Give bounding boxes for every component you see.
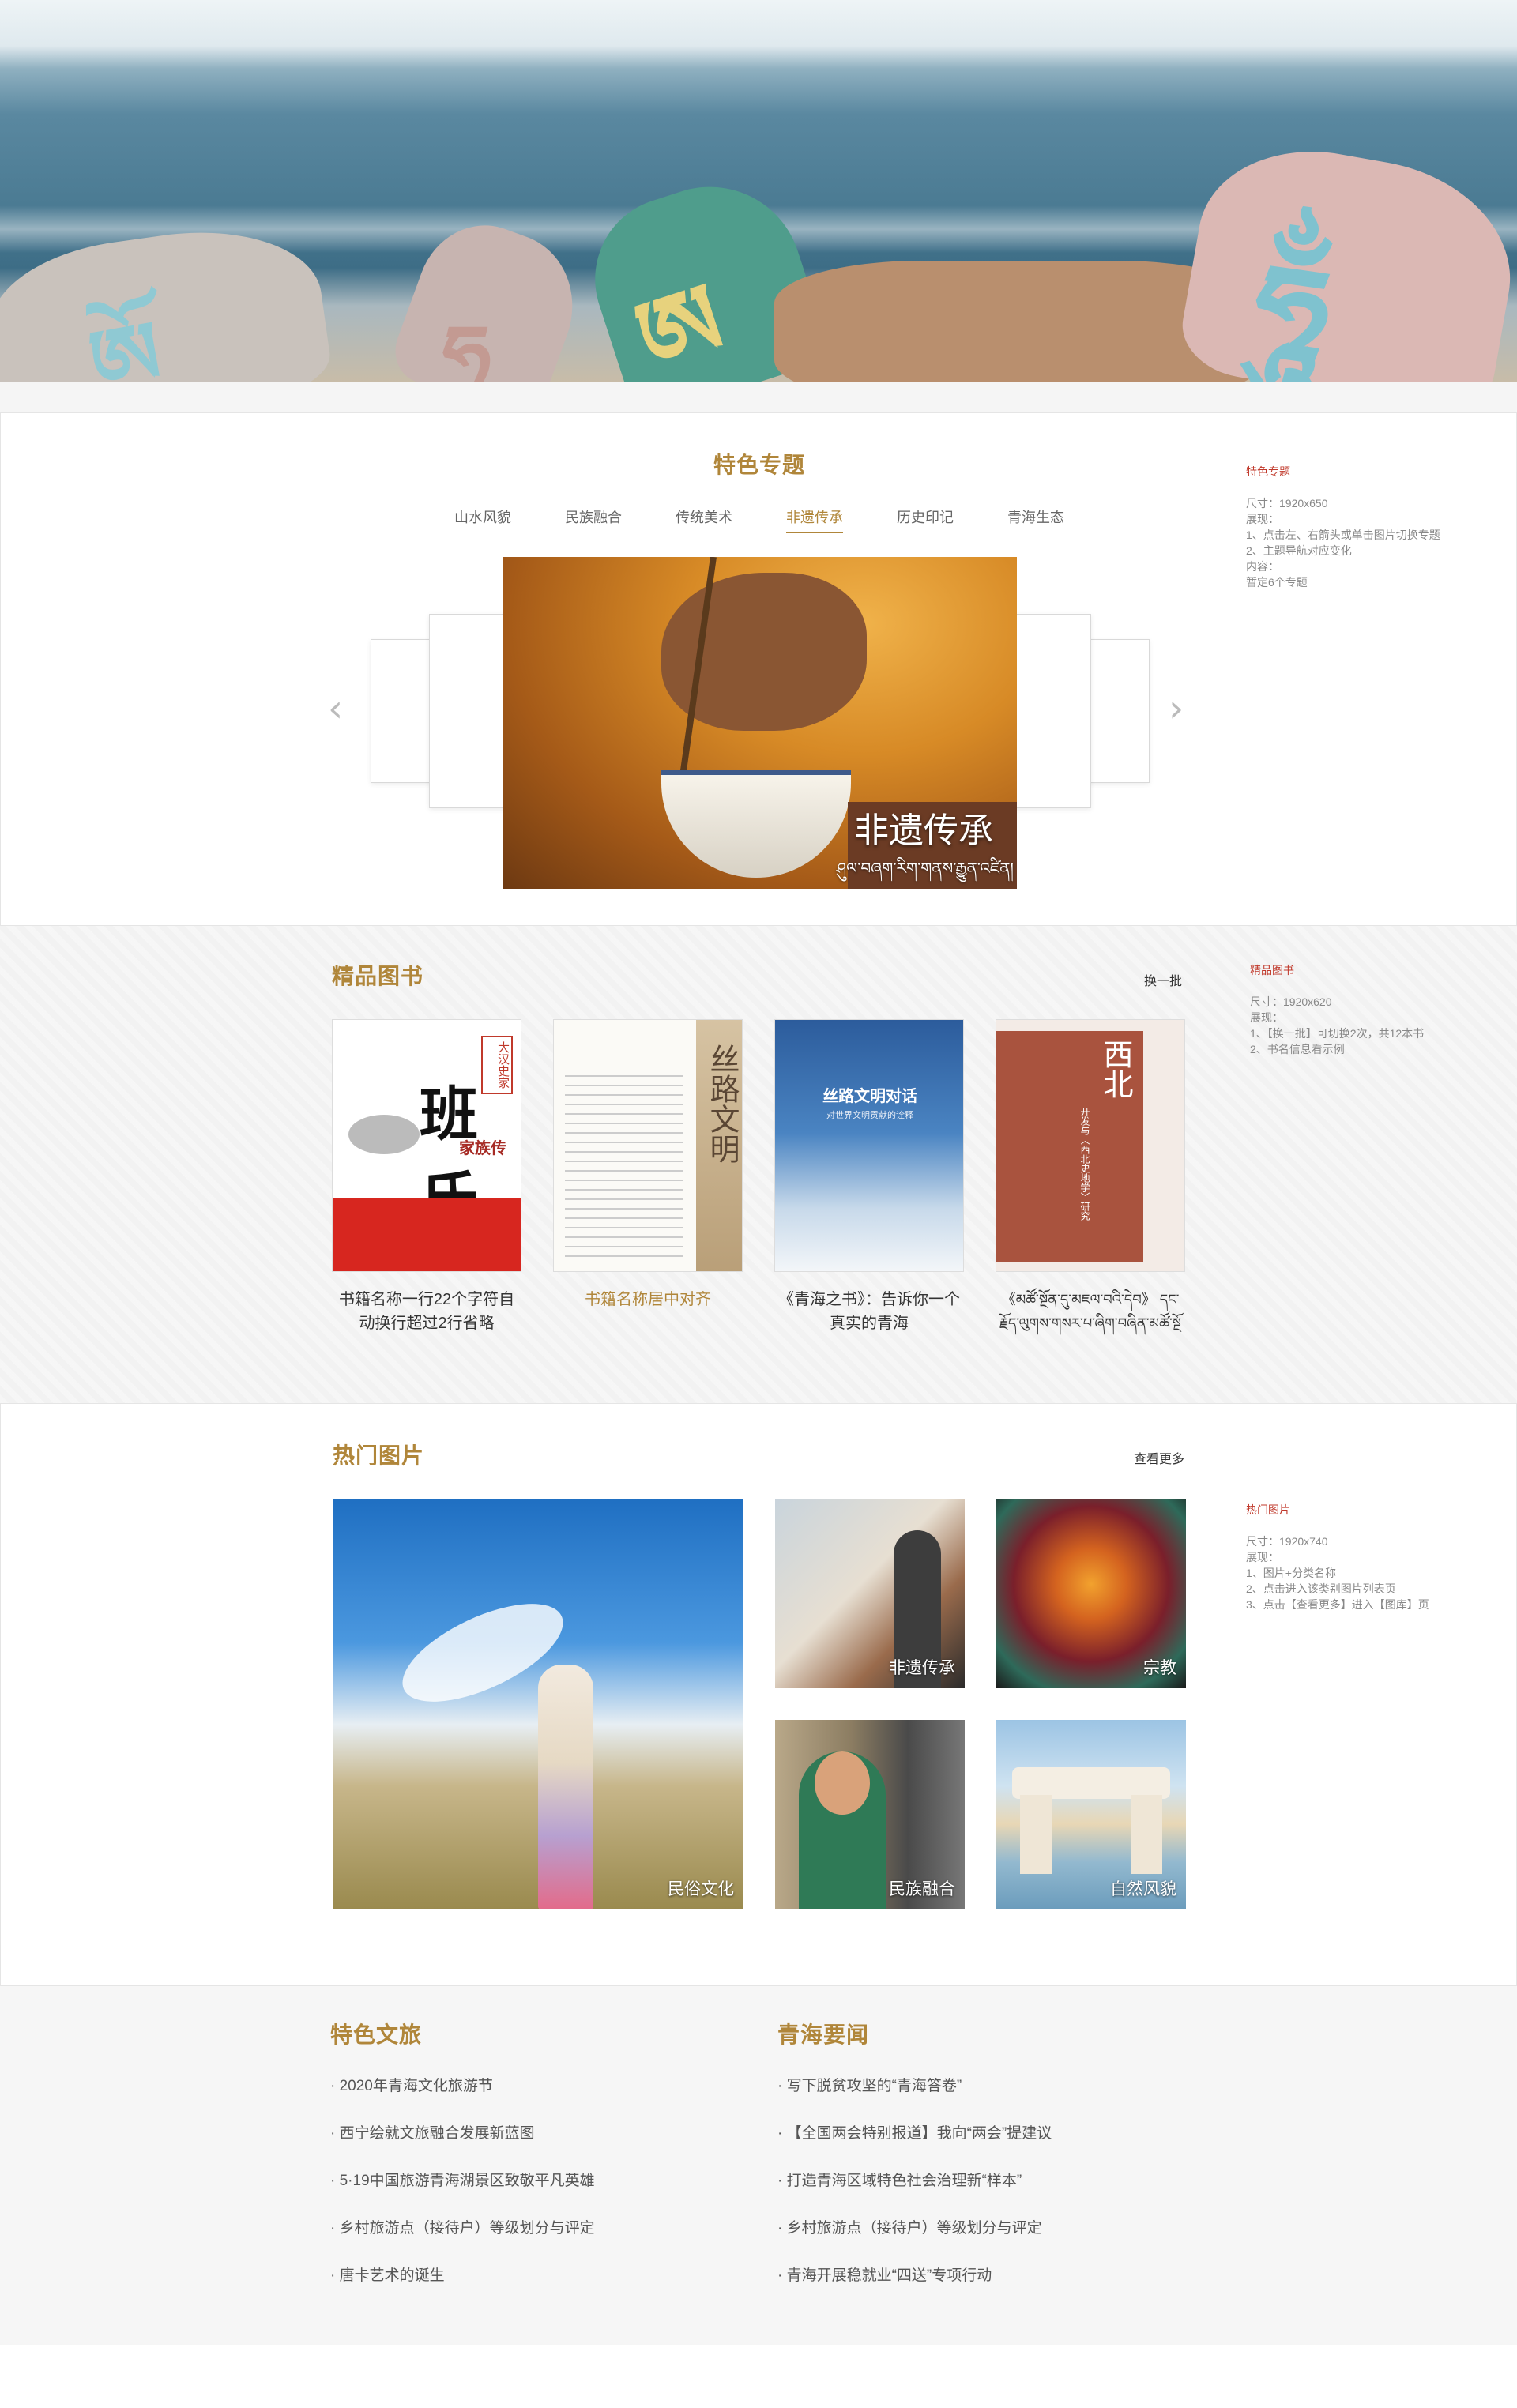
slide-subtitle: ཤུལ་བཞག་རིག་གནས་རྒྱུན་འཛིན། — [836, 860, 1014, 878]
news-item[interactable]: · 【全国两会特别报道】我向“两会”提建议 — [777, 2122, 1188, 2169]
book-name[interactable]: 《མཚོ་སྔོན་དུ་མཇལ་བའི་དེབ》 དང་རྗོད་ལུགས་ག… — [996, 1288, 1185, 1335]
mani-stone — [1174, 132, 1517, 382]
note-line: 1、点击左、右箭头或单击图片切换专题 — [1246, 529, 1440, 541]
note-line: 2、主题导航对应变化 — [1246, 544, 1352, 557]
note-heading: 精品图书 — [1250, 964, 1294, 976]
cover-text-lines — [565, 1075, 683, 1257]
note-line: 尺寸：1920x620 — [1250, 995, 1332, 1008]
picture-caption: 非遗传承 — [889, 1659, 955, 1677]
news-right-list: · 写下脱贫攻坚的“青海答卷” · 【全国两会特别报道】我向“两会”提建议 · … — [777, 2075, 1188, 2312]
featured-spec-note: 特色专题 尺寸：1920x650 展现： 1、点击左、右箭头或单击图片切换专题 … — [1246, 464, 1483, 590]
books-spec-note: 精品图书 尺寸：1920x620 展现： 1、【换一批】可切换2次，共12本书 … — [1250, 962, 1487, 1057]
pictures-section: 热门图片 查看更多 民俗文化 非遗传承 宗教 民族融合 自然风貌 热门图片 尺寸… — [0, 1403, 1517, 1986]
note-heading: 热门图片 — [1246, 1503, 1290, 1516]
note-line: 内容： — [1246, 560, 1279, 573]
book-cover[interactable]: 西北 开发与〈西北史地学〉研究 — [996, 1019, 1185, 1272]
book-name[interactable]: 书籍名称居中对齐 — [553, 1288, 743, 1311]
picture-card-large[interactable]: 民俗文化 — [333, 1499, 743, 1909]
section-title: 精品图书 — [332, 965, 424, 989]
cover-subtitle: 开发与〈西北史地学〉研究 — [1079, 1107, 1090, 1221]
note-line: 1、【换一批】可切换2次，共12本书 — [1250, 1027, 1425, 1040]
news-item[interactable]: · 乡村旅游点（接待户）等级划分与评定 — [777, 2217, 1188, 2264]
news-item[interactable]: · 唐卡艺术的诞生 — [330, 2264, 741, 2312]
book-card[interactable]: 丝路文明 书籍名称居中对齐 — [553, 1019, 743, 1311]
face-shape — [815, 1751, 870, 1815]
page-footer-space — [0, 2345, 1517, 2408]
news-item[interactable]: · 青海开展稳就业“四送”专项行动 — [777, 2264, 1188, 2312]
cover-subtitle: 家族传 — [459, 1140, 506, 1157]
note-line: 2、书名信息看示例 — [1250, 1043, 1345, 1055]
picture-caption: 民族融合 — [889, 1880, 955, 1898]
book-card[interactable]: 丝路文明对话 对世界文明贡献的诠释 《青海之书》：告诉你一个真实的青海 — [774, 1019, 964, 1335]
tab-shengtai[interactable]: 青海生态 — [981, 506, 1091, 533]
note-line: 展现： — [1250, 1011, 1283, 1024]
note-line: 尺寸：1920x650 — [1246, 497, 1328, 510]
tibetan-carving: ཧཱ — [442, 306, 491, 382]
tab-feiyi[interactable]: 非遗传承 — [786, 506, 843, 533]
book-card[interactable]: 大汉史家 班氏 家族传 书籍名称一行22个字符自动换行超过2行省略 — [332, 1019, 521, 1335]
cover-title: 丝路文明 — [705, 1044, 740, 1164]
note-heading: 特色专题 — [1246, 465, 1290, 478]
figure-shape — [538, 1665, 593, 1909]
section-title: 热门图片 — [333, 1444, 425, 1469]
more-link[interactable]: 查看更多 — [1134, 1448, 1184, 1467]
topic-tabs: 山水风貌 民族融合 传统美术 非遗传承 历史印记 青海生态 — [325, 506, 1194, 533]
news-item[interactable]: · 5·19中国旅游青海湖景区致敬平凡英雄 — [330, 2169, 741, 2217]
slide-main-image[interactable]: 非遗传承 ཤུལ་བཞག་རིག་གནས་རྒྱུན་འཛིན། — [503, 557, 1017, 889]
bowl-shape — [661, 770, 851, 878]
slide-title: 非遗传承 — [854, 811, 993, 850]
book-card[interactable]: 西北 开发与〈西北史地学〉研究 《མཚོ་སྔོན་དུ་མཇལ་བའི་དེབ… — [996, 1019, 1185, 1335]
book-name[interactable]: 《青海之书》：告诉你一个真实的青海 — [774, 1288, 964, 1335]
salt-pillar — [1020, 1795, 1052, 1874]
tab-minzu[interactable]: 民族融合 — [538, 506, 649, 533]
news-left-list: · 2020年青海文化旅游节 · 西宁绘就文旅融合发展新蓝图 · 5·19中国旅… — [330, 2075, 741, 2312]
refresh-link[interactable]: 换一批 — [1144, 970, 1182, 989]
book-cover[interactable]: 丝路文明 — [553, 1019, 743, 1272]
note-line: 展现： — [1246, 1551, 1279, 1563]
note-line: 3、点击【查看更多】进入【图库】页 — [1246, 1598, 1429, 1611]
news-section: 特色文旅 · 2020年青海文化旅游节 · 西宁绘就文旅融合发展新蓝图 · 5·… — [0, 1986, 1517, 2345]
news-item[interactable]: · 写下脱贫攻坚的“青海答卷” — [777, 2075, 1188, 2122]
book-cover[interactable]: 大汉史家 班氏 家族传 — [332, 1019, 521, 1272]
book-cover[interactable]: 丝路文明对话 对世界文明贡献的诠释 — [774, 1019, 964, 1272]
picture-card[interactable]: 非遗传承 — [775, 1499, 965, 1688]
horse-illustration — [348, 1115, 420, 1154]
cover-title: 丝路文明对话 — [822, 1088, 917, 1105]
next-arrow-icon[interactable]: › — [1169, 690, 1184, 728]
cover-title: 西北 — [1098, 1039, 1133, 1099]
note-line: 2、点击进入该类别图片列表页 — [1246, 1582, 1396, 1595]
note-line: 展现： — [1246, 513, 1279, 525]
salt-arch — [1012, 1767, 1170, 1799]
picture-card[interactable]: 民族融合 — [775, 1720, 965, 1909]
picture-card[interactable]: 宗教 — [996, 1499, 1186, 1688]
picture-caption: 宗教 — [1143, 1659, 1176, 1677]
book-name[interactable]: 书籍名称一行22个字符自动换行超过2行省略 — [332, 1288, 521, 1335]
prev-arrow-icon[interactable]: ‹ — [328, 690, 343, 728]
tab-meishu[interactable]: 传统美术 — [649, 506, 759, 533]
featured-section: 特色专题 山水风貌 民族融合 传统美术 非遗传承 历史印记 青海生态 ‹ › 非… — [0, 412, 1517, 926]
tab-shanshui[interactable]: 山水风貌 — [427, 506, 538, 533]
news-item[interactable]: · 西宁绘就文旅融合发展新蓝图 — [330, 2122, 741, 2169]
news-right-title: 青海要闻 — [777, 2023, 870, 2048]
hero-banner: ཨོ ཧཱ ཨ ཧཱུྂ — [0, 0, 1517, 382]
news-left-title: 特色文旅 — [330, 2023, 423, 2048]
news-item[interactable]: · 2020年青海文化旅游节 — [330, 2075, 741, 2122]
pictures-spec-note: 热门图片 尺寸：1920x740 展现： 1、图片+分类名称 2、点击进入该类别… — [1246, 1502, 1483, 1612]
news-item[interactable]: · 打造青海区域特色社会治理新“样本” — [777, 2169, 1188, 2217]
note-line: 尺寸：1920x740 — [1246, 1535, 1328, 1548]
note-line: 暂定6个专题 — [1246, 576, 1308, 589]
picture-caption: 民俗文化 — [668, 1880, 734, 1898]
section-title: 特色专题 — [713, 453, 805, 478]
cover-band — [333, 1198, 521, 1271]
salt-pillar — [1131, 1795, 1162, 1874]
tab-lishi[interactable]: 历史印记 — [870, 506, 981, 533]
cover-subtitle: 对世界文明贡献的诠释 — [826, 1111, 913, 1120]
note-line: 1、图片+分类名称 — [1246, 1567, 1336, 1579]
news-item[interactable]: · 乡村旅游点（接待户）等级划分与评定 — [330, 2217, 741, 2264]
picture-card[interactable]: 自然风貌 — [996, 1720, 1186, 1909]
picture-caption: 自然风貌 — [1110, 1880, 1176, 1898]
books-section: 精品图书 换一批 大汉史家 班氏 家族传 书籍名称一行22个字符自动换行超过2行… — [0, 926, 1517, 1403]
